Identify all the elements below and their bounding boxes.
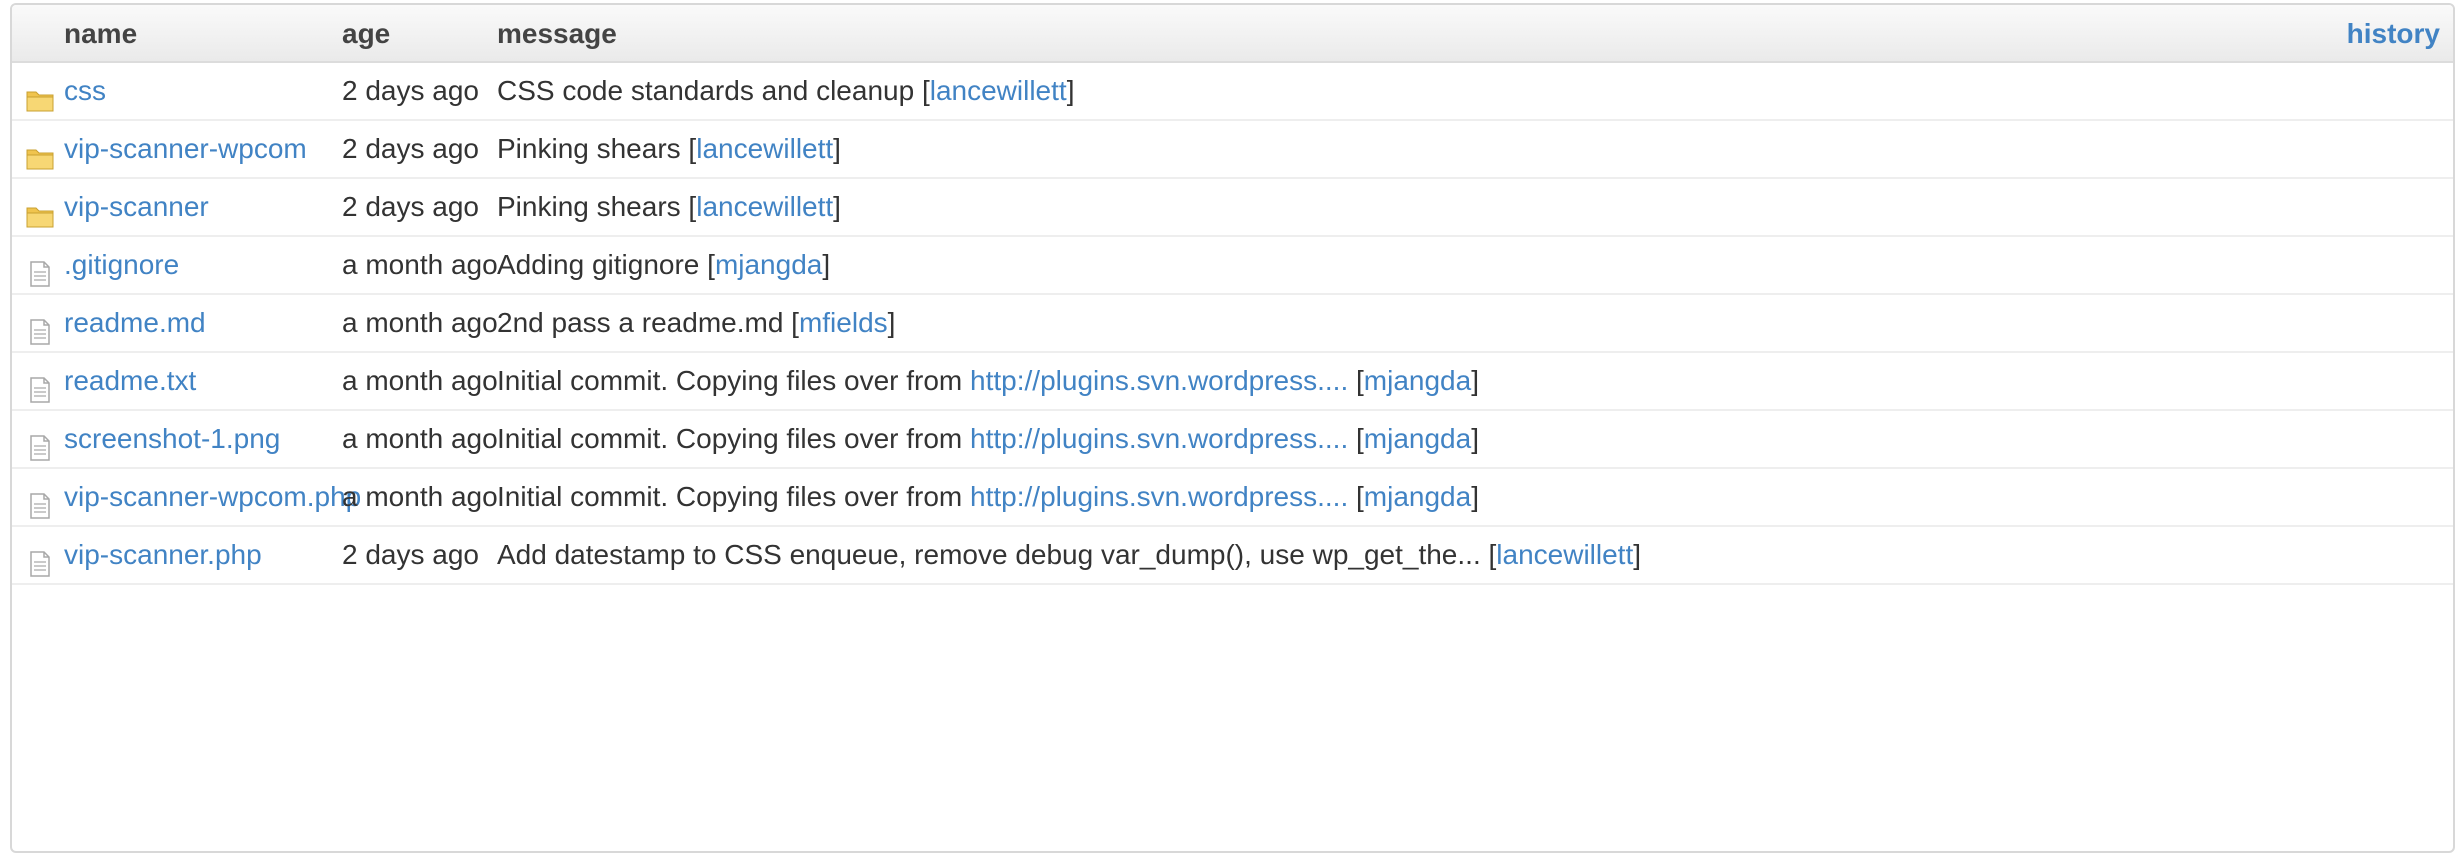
file-name-link[interactable]: vip-scanner-wpcom.php bbox=[64, 469, 361, 525]
commit-message: Initial commit. Copying files over from … bbox=[497, 423, 1479, 454]
commit-message: Pinking shears [lancewillett] bbox=[497, 121, 841, 177]
file-age: a month ago bbox=[342, 481, 498, 512]
commit-url-link[interactable]: http://plugins.svn.wordpress.... bbox=[970, 365, 1348, 396]
message-suffix: ] bbox=[833, 133, 841, 164]
file-name-link[interactable]: vip-scanner-wpcom bbox=[64, 121, 307, 177]
table-row: vip-scanner 2 days ago Pinking shears [lan… bbox=[12, 179, 2453, 237]
table-row: vip-scanner-wpcom 2 days ago Pinking shear… bbox=[12, 121, 2453, 179]
file-age: 2 days ago bbox=[342, 539, 479, 570]
commit-message-text: Pinking shears [ bbox=[497, 191, 697, 222]
commit-message: CSS code standards and cleanup [lancewil… bbox=[497, 63, 1074, 119]
author-link[interactable]: lancewillett bbox=[1496, 539, 1633, 570]
file-age: 2 days ago bbox=[342, 75, 479, 106]
file-name-link[interactable]: vip-scanner bbox=[64, 179, 209, 235]
commit-url-link[interactable]: http://plugins.svn.wordpress.... bbox=[970, 423, 1348, 454]
table-row: readme.md a month ago 2nd pass a readme.md… bbox=[12, 295, 2453, 353]
history-link[interactable]: history bbox=[2347, 5, 2440, 61]
file-name-link[interactable]: readme.txt bbox=[64, 353, 196, 409]
file-icon bbox=[26, 367, 54, 403]
commit-message: Add datestamp to CSS enqueue, remove deb… bbox=[497, 527, 1641, 583]
commit-message: Pinking shears [lancewillett] bbox=[497, 179, 841, 235]
file-name-link[interactable]: .gitignore bbox=[64, 237, 179, 293]
file-age: a month ago bbox=[342, 307, 498, 338]
file-list: css 2 days ago CSS code standards and clea… bbox=[12, 63, 2453, 585]
commit-message-text: Pinking shears [ bbox=[497, 133, 697, 164]
file-age: a month ago bbox=[342, 365, 498, 396]
commit-message-text: Add datestamp to CSS enqueue, remove deb… bbox=[497, 539, 1497, 570]
message-suffix: ] bbox=[1471, 481, 1479, 512]
table-row: vip-scanner-wpcom.php a month ago Initial … bbox=[12, 469, 2453, 527]
commit-message-text: Adding gitignore [ bbox=[497, 249, 715, 280]
file-name-link[interactable]: vip-scanner.php bbox=[64, 527, 262, 583]
commit-message-text: 2nd pass a readme.md [ bbox=[497, 307, 799, 338]
commit-message-text: Initial commit. Copying files over from bbox=[497, 481, 971, 512]
table-row: readme.txt a month ago Initial commit. Cop… bbox=[12, 353, 2453, 411]
file-icon bbox=[26, 483, 54, 519]
author-link[interactable]: lancewillett bbox=[930, 75, 1067, 106]
message-suffix: ] bbox=[1066, 75, 1075, 106]
commit-message-text: Initial commit. Copying files over from bbox=[497, 423, 971, 454]
table-row: screenshot-1.png a month ago Initial commi… bbox=[12, 411, 2453, 469]
file-icon bbox=[26, 425, 54, 461]
commit-message: Initial commit. Copying files over from … bbox=[497, 481, 1479, 512]
message-suffix: ] bbox=[1633, 539, 1642, 570]
file-age: 2 days ago bbox=[342, 133, 479, 164]
file-browser-table: name age message history css 2 days ago CS… bbox=[10, 3, 2455, 853]
message-suffix: ] bbox=[887, 307, 896, 338]
author-link[interactable]: mfields bbox=[799, 307, 888, 338]
file-icon bbox=[26, 251, 54, 287]
file-name-link[interactable]: css bbox=[64, 63, 106, 119]
table-header: name age message history bbox=[12, 5, 2453, 63]
author-link[interactable]: mjangda bbox=[1364, 423, 1471, 454]
author-link[interactable]: mjangda bbox=[715, 249, 822, 280]
file-age: 2 days ago bbox=[342, 191, 479, 222]
table-row: .gitignore a month ago Adding gitignore [m… bbox=[12, 237, 2453, 295]
column-header-message: message bbox=[497, 18, 617, 49]
message-suffix: ] bbox=[1471, 423, 1479, 454]
file-age: a month ago bbox=[342, 423, 498, 454]
table-row: vip-scanner.php 2 days ago Add datestamp t… bbox=[12, 527, 2453, 585]
message-suffix: ] bbox=[822, 249, 831, 280]
author-link[interactable]: lancewillett bbox=[696, 191, 833, 222]
folder-icon bbox=[26, 135, 54, 170]
commit-message-text: CSS code standards and cleanup [ bbox=[497, 75, 930, 106]
file-name-link[interactable]: screenshot-1.png bbox=[64, 411, 280, 467]
folder-icon bbox=[26, 77, 54, 112]
author-link[interactable]: mjangda bbox=[1364, 481, 1471, 512]
commit-message-text: Initial commit. Copying files over from bbox=[497, 365, 971, 396]
column-header-age: age bbox=[342, 18, 391, 49]
commit-message: 2nd pass a readme.md [mfields] bbox=[497, 295, 895, 351]
file-age: a month ago bbox=[342, 249, 498, 280]
message-suffix: ] bbox=[1471, 365, 1479, 396]
commit-message: Adding gitignore [mjangda] bbox=[497, 237, 830, 293]
commit-url-link[interactable]: http://plugins.svn.wordpress.... bbox=[970, 481, 1348, 512]
commit-message: Initial commit. Copying files over from … bbox=[497, 365, 1479, 396]
folder-icon bbox=[26, 193, 54, 228]
file-icon bbox=[26, 309, 54, 345]
column-header-name: name bbox=[64, 18, 138, 49]
file-name-link[interactable]: readme.md bbox=[64, 295, 206, 351]
message-suffix: ] bbox=[833, 191, 841, 222]
author-link[interactable]: lancewillett bbox=[696, 133, 833, 164]
file-icon bbox=[26, 541, 54, 577]
table-row: css 2 days ago CSS code standards and clea… bbox=[12, 63, 2453, 121]
author-link[interactable]: mjangda bbox=[1364, 365, 1471, 396]
